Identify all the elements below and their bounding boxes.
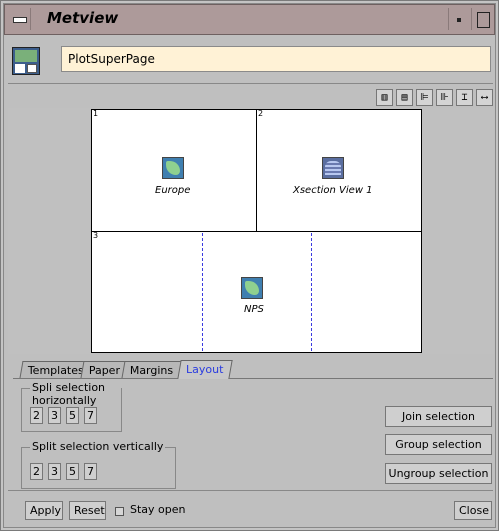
cell-label: Xsection View 1 <box>293 185 373 196</box>
ungroup-selection-button[interactable]: Ungroup selection <box>385 463 492 484</box>
join-selection-button[interactable]: Join selection <box>385 406 492 427</box>
layout-toolbar: ▥ ▤ ⊫ ⊪ ⌶ ⟷ <box>376 89 493 107</box>
split-h-7-button[interactable]: 7 <box>84 407 97 424</box>
page-name-field[interactable]: PlotSuperPage <box>61 46 491 72</box>
title-bar[interactable]: Metview <box>4 4 495 35</box>
distribute-horizontal-icon[interactable]: ⟷ <box>476 89 493 106</box>
split-v-2-button[interactable]: 2 <box>30 463 43 480</box>
distribute-vertical-icon[interactable]: ⌶ <box>456 89 473 106</box>
bars-align-top-icon[interactable]: ▤ <box>396 89 413 106</box>
split-v-3-button[interactable]: 3 <box>48 463 61 480</box>
reset-button[interactable]: Reset <box>69 501 106 520</box>
tab-paper[interactable]: Paper <box>80 361 128 378</box>
cell-label: NPS <box>244 304 264 315</box>
group-selection-button[interactable]: Group selection <box>385 434 492 455</box>
xsection-view-icon[interactable] <box>322 157 344 179</box>
tab-label: Layout <box>186 363 224 376</box>
align-left-icon[interactable]: ⊫ <box>416 89 433 106</box>
tab-layout[interactable]: Layout <box>177 360 233 379</box>
divider <box>8 83 493 84</box>
tab-label: Templates <box>27 364 84 377</box>
cell-label: Europe <box>155 185 191 196</box>
split-v-7-button[interactable]: 7 <box>84 463 97 480</box>
tab-templates[interactable]: Templates <box>19 361 87 378</box>
tab-label: Margins <box>129 364 174 377</box>
split-h-5-button[interactable]: 5 <box>66 407 79 424</box>
split-h-3-button[interactable]: 3 <box>48 407 61 424</box>
align-right-icon[interactable]: ⊪ <box>436 89 453 106</box>
cell-number: 2 <box>258 109 264 118</box>
cell-number: 3 <box>93 231 99 240</box>
close-button[interactable]: Close <box>454 501 492 520</box>
layout-cell-1[interactable]: 1 Europe <box>91 109 257 232</box>
tab-label: Paper <box>88 364 120 377</box>
window-menu-icon[interactable] <box>7 8 31 30</box>
layout-cell-2[interactable]: 2 Xsection View 1 <box>256 109 422 232</box>
cell-number: 1 <box>93 109 99 118</box>
split-guide-line <box>202 233 203 351</box>
tab-margins[interactable]: Margins <box>121 361 183 378</box>
split-vertical-group: Split selection vertically 2 3 5 7 <box>21 440 176 489</box>
superpage-preview: 1 Europe 2 Xsection View 1 3 NPS <box>91 109 422 353</box>
window-title: Metview <box>47 9 119 27</box>
split-guide-line <box>311 233 312 351</box>
split-horizontal-group: Spli selection horizontally 2 3 5 7 <box>21 381 122 432</box>
maximize-icon[interactable] <box>471 8 491 30</box>
minimize-icon[interactable] <box>448 8 468 30</box>
stay-open-checkbox[interactable] <box>115 507 124 516</box>
map-view-icon[interactable] <box>162 157 184 179</box>
split-h-2-button[interactable]: 2 <box>30 407 43 424</box>
group-title: Split selection vertically <box>30 440 166 453</box>
split-v-5-button[interactable]: 5 <box>66 463 79 480</box>
plot-superpage-icon <box>12 47 40 75</box>
apply-button[interactable]: Apply <box>25 501 63 520</box>
group-title: Spli selection horizontally <box>30 381 121 407</box>
layout-cell-3[interactable]: 3 NPS <box>91 231 422 353</box>
map-view-icon[interactable] <box>241 277 263 299</box>
divider <box>8 490 493 491</box>
bars-align-bottom-icon[interactable]: ▥ <box>376 89 393 106</box>
stay-open-label: Stay open <box>130 503 186 516</box>
